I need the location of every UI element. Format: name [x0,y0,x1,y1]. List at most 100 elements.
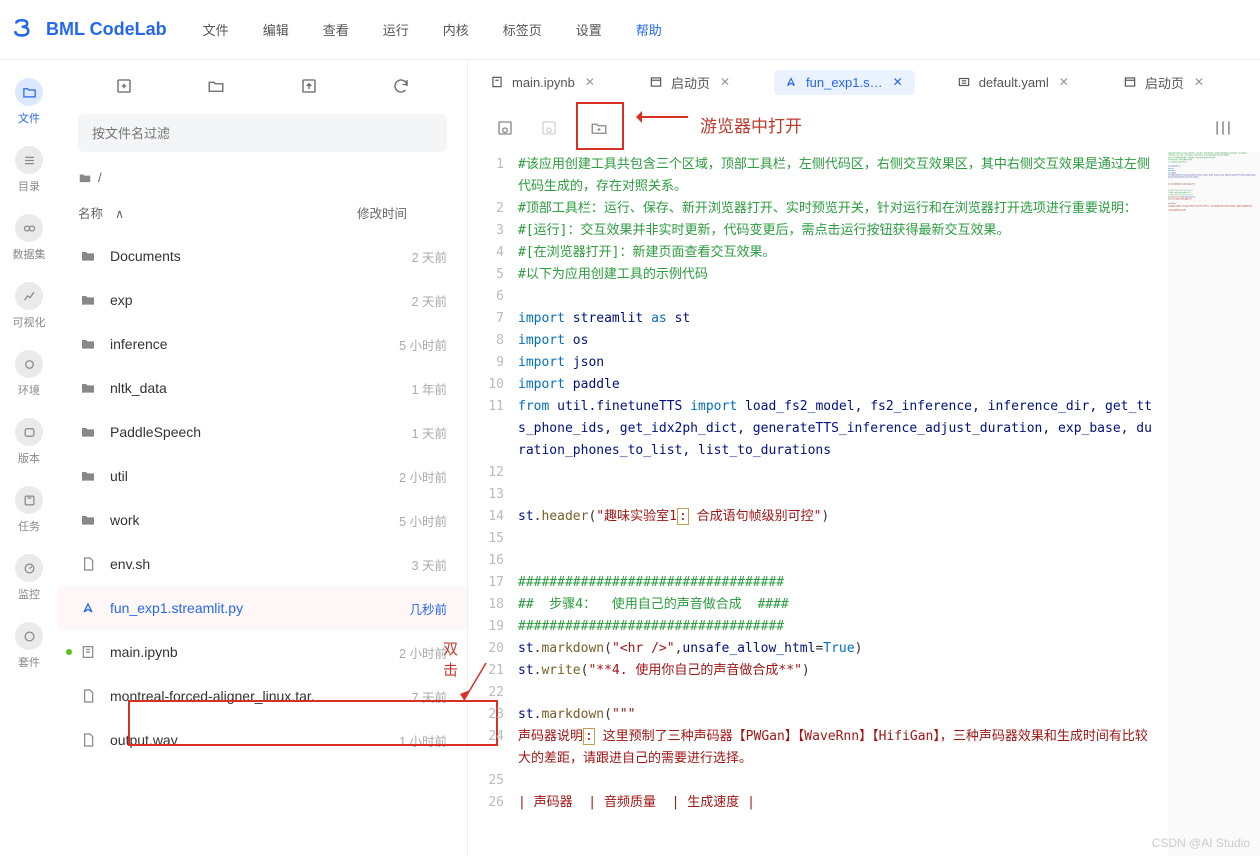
file-name: Documents [110,248,367,264]
editor-tab[interactable]: 启动页✕ [1113,68,1216,97]
line-number: 4 [468,242,504,264]
file-name: output.wav [110,732,367,748]
sidebar-item-5[interactable]: 版本 [0,410,58,474]
code-line[interactable] [518,770,1158,792]
sidebar-item-2[interactable]: 数据集 [0,206,58,270]
line-number: 2 [468,198,504,220]
code-line[interactable]: ################################## [518,572,1158,594]
filter-wrapper [78,114,447,152]
menu-item-6[interactable]: 设置 [576,14,602,45]
code-line[interactable]: import streamlit as st [518,308,1158,330]
close-icon[interactable]: ✕ [1057,75,1071,89]
line-number: 18 [468,594,504,616]
code-line[interactable]: st.markdown("<hr />",unsafe_allow_html=T… [518,638,1158,660]
file-row[interactable]: PaddleSpeech1 天前 [58,410,467,454]
code-line[interactable]: #顶部工具栏：运行、保存、新开浏览器打开、实时预览开关，针对运行和在浏览器打开选… [518,198,1158,220]
editor-tab[interactable]: main.ipynb✕ [480,70,607,95]
menu-item-2[interactable]: 查看 [323,14,349,45]
sidebar-item-3[interactable]: 可视化 [0,274,58,338]
menu-item-4[interactable]: 内核 [443,14,469,45]
file-icon [78,686,98,706]
sidebar-item-1[interactable]: 目录 [0,138,58,202]
menu-item-5[interactable]: 标签页 [503,14,542,45]
column-time-header[interactable]: 修改时间 [357,203,447,222]
code-line[interactable]: #[运行]：交互效果并非实时更新，代码变更后，需点击运行按钮获得最新交互效果。 [518,220,1158,242]
file-filter-input[interactable] [78,114,447,152]
file-name: util [110,468,367,484]
code-line[interactable]: #[在浏览器打开]：新建页面查看交互效果。 [518,242,1158,264]
editor-tab[interactable]: fun_exp1.s…✕ [774,70,915,95]
code-line[interactable]: st.write("**4. 使用你自己的声音做合成**") [518,660,1158,682]
file-row[interactable]: inference5 小时前 [58,322,467,366]
sidebar-item-8[interactable]: 套件 [0,614,58,678]
column-name-header[interactable]: 名称∧ [78,203,357,222]
file-modified-time: 几秒前 [367,599,447,618]
sidebar-item-7[interactable]: 监控 [0,546,58,610]
launcher-icon [1123,75,1137,89]
code-line[interactable]: st.header("趣味实验室1: 合成语句帧级别可控") [518,506,1158,528]
code-editor[interactable]: 1234567891011121314151617181920212223242… [468,152,1260,856]
new-file-icon[interactable] [114,76,134,96]
menu-item-7[interactable]: 帮助 [636,14,662,45]
file-row[interactable]: main.ipynb2 小时前 [58,630,467,674]
open-in-browser-icon[interactable] [586,115,612,141]
code-line[interactable]: | 声码器 | 音频质量 | 生成速度 | [518,792,1158,814]
file-row[interactable]: env.sh3 天前 [58,542,467,586]
refresh-icon[interactable] [391,76,411,96]
file-row[interactable]: output.wav1 小时前 [58,718,467,762]
file-row[interactable]: work5 小时前 [58,498,467,542]
code-line[interactable]: from util.finetuneTTS import load_fs2_mo… [518,396,1158,462]
code-line[interactable]: ################################## [518,616,1158,638]
upload-icon[interactable] [299,76,319,96]
file-modified-time: 3 天前 [367,555,447,574]
sidebar-item-4[interactable]: 环境 [0,342,58,406]
line-number: 19 [468,616,504,638]
code-line[interactable]: import paddle [518,374,1158,396]
code-line[interactable]: ## 步骤4： 使用自己的声音做合成 #### [518,594,1158,616]
preview-toggle-icon[interactable] [1210,115,1236,141]
code-line[interactable]: #以下为应用创建工具的示例代码 [518,264,1158,286]
menu-item-3[interactable]: 运行 [383,14,409,45]
code-line[interactable] [518,286,1158,308]
line-number: 12 [468,462,504,484]
sidebar-item-label: 目录 [18,178,40,194]
code-line[interactable] [518,550,1158,572]
sidebar-item-6[interactable]: 任务 [0,478,58,542]
save-icon[interactable] [492,115,518,141]
code-content[interactable]: #该应用创建工具共包含三个区域，顶部工具栏，左侧代码区，右侧交互效果区，其中右侧… [518,152,1168,856]
menu-item-1[interactable]: 编辑 [263,14,289,45]
line-number: 10 [468,374,504,396]
code-line[interactable]: 声码器说明: 这里预制了三种声码器【PWGan】【WaveRnn】【HifiGa… [518,726,1158,770]
file-name: work [110,512,367,528]
code-line[interactable]: #该应用创建工具共包含三个区域，顶部工具栏，左侧代码区，右侧交互效果区，其中右侧… [518,154,1158,198]
new-folder-icon[interactable] [206,76,226,96]
code-line[interactable]: import json [518,352,1158,374]
close-icon[interactable]: ✕ [891,75,905,89]
close-icon[interactable]: ✕ [1192,75,1206,89]
editor-tab[interactable]: 启动页✕ [639,68,742,97]
code-line[interactable]: st.markdown(""" [518,704,1158,726]
close-icon[interactable]: ✕ [718,75,732,89]
folder-icon [78,290,98,310]
code-line[interactable] [518,682,1158,704]
app-name: BML CodeLab [46,19,167,40]
code-line[interactable] [518,484,1158,506]
code-line[interactable] [518,462,1158,484]
code-line[interactable]: import os [518,330,1158,352]
file-row[interactable]: fun_exp1.streamlit.py几秒前 [58,586,467,630]
code-line[interactable] [518,528,1158,550]
minimap[interactable]: #该应用创建工具共包含三个区域，顶部工具栏，左侧代码区，右侧交互效果区，其中右侧… [1168,152,1260,856]
breadcrumb[interactable]: / [58,166,467,197]
file-row[interactable]: montreal-forced-aligner_linux.tar.7 天前 [58,674,467,718]
editor-tab[interactable]: default.yaml✕ [947,70,1081,95]
menu-item-0[interactable]: 文件 [203,14,229,45]
file-modified-time: 1 年前 [367,379,447,398]
line-number: 20 [468,638,504,660]
file-row[interactable]: Documents2 天前 [58,234,467,278]
sidebar-item-label: 任务 [18,518,40,534]
file-row[interactable]: exp2 天前 [58,278,467,322]
file-row[interactable]: nltk_data1 年前 [58,366,467,410]
close-icon[interactable]: ✕ [583,75,597,89]
file-row[interactable]: util2 小时前 [58,454,467,498]
sidebar-item-0[interactable]: 文件 [0,70,58,134]
